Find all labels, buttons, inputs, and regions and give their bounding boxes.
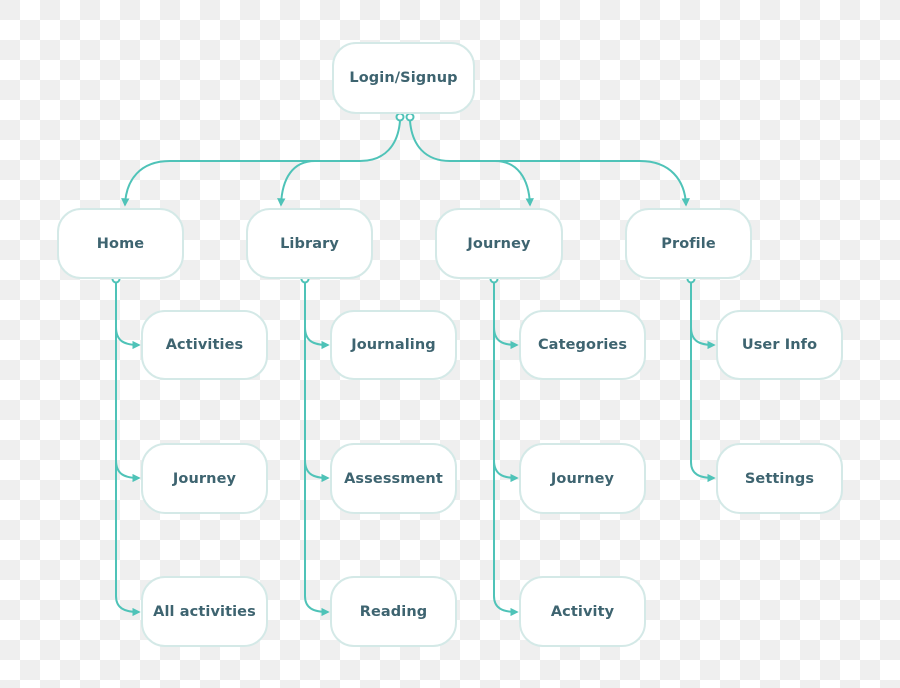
node-home[interactable]: Home bbox=[57, 208, 184, 279]
node-label: User Info bbox=[741, 337, 818, 353]
node-library-journaling[interactable]: Journaling bbox=[330, 310, 457, 380]
node-journey-journey[interactable]: Journey bbox=[519, 443, 646, 514]
node-label: Profile bbox=[661, 235, 716, 252]
node-label: Journey bbox=[172, 470, 237, 487]
connector-dot-left bbox=[395, 112, 405, 122]
edge-library-child-1 bbox=[304, 459, 330, 483]
node-label: All activities bbox=[153, 603, 256, 620]
edge-journey-child-1 bbox=[493, 459, 519, 483]
node-label: Login/Signup bbox=[349, 70, 458, 86]
node-label: Journaling bbox=[351, 337, 436, 353]
node-label: Categories bbox=[537, 337, 628, 353]
edge-login-home bbox=[121, 120, 401, 207]
edge-login-library bbox=[277, 160, 316, 207]
edge-library-spine bbox=[304, 283, 330, 617]
edge-home-child-0 bbox=[115, 326, 141, 350]
node-journey-activity[interactable]: Activity bbox=[519, 576, 646, 647]
node-login-signup[interactable]: Login/Signup bbox=[332, 42, 475, 114]
edge-profile-spine bbox=[690, 283, 716, 483]
node-library[interactable]: Library bbox=[246, 208, 373, 279]
node-label: Reading bbox=[359, 603, 428, 620]
edge-profile-child-0 bbox=[690, 326, 716, 350]
node-label: Settings bbox=[744, 470, 815, 487]
node-home-all-activities[interactable]: All activities bbox=[141, 576, 268, 647]
edge-journey-child-0 bbox=[493, 326, 519, 350]
connector-dot-right bbox=[405, 112, 415, 122]
node-profile[interactable]: Profile bbox=[625, 208, 752, 279]
node-library-assessment[interactable]: Assessment bbox=[330, 443, 457, 514]
node-journey[interactable]: Journey bbox=[435, 208, 563, 279]
node-library-reading[interactable]: Reading bbox=[330, 576, 457, 647]
node-home-journey[interactable]: Journey bbox=[141, 443, 268, 514]
edge-journey-spine bbox=[493, 283, 519, 617]
node-label: Journey bbox=[467, 235, 531, 252]
node-home-activities[interactable]: Activities bbox=[141, 310, 268, 380]
node-profile-user-info[interactable]: User Info bbox=[716, 310, 843, 380]
node-journey-categories[interactable]: Categories bbox=[519, 310, 646, 380]
node-label: Assessment bbox=[344, 470, 443, 487]
edge-library-child-0 bbox=[304, 326, 330, 350]
node-label: Activities bbox=[165, 337, 244, 353]
node-label: Home bbox=[96, 235, 145, 252]
edge-login-profile bbox=[409, 120, 690, 207]
node-label: Activity bbox=[550, 603, 615, 620]
node-profile-settings[interactable]: Settings bbox=[716, 443, 843, 514]
node-label: Library bbox=[280, 235, 339, 252]
edge-home-child-1 bbox=[115, 459, 141, 483]
edge-login-journey bbox=[494, 160, 534, 207]
edge-home-spine bbox=[115, 283, 141, 617]
node-label: Journey bbox=[550, 470, 615, 487]
